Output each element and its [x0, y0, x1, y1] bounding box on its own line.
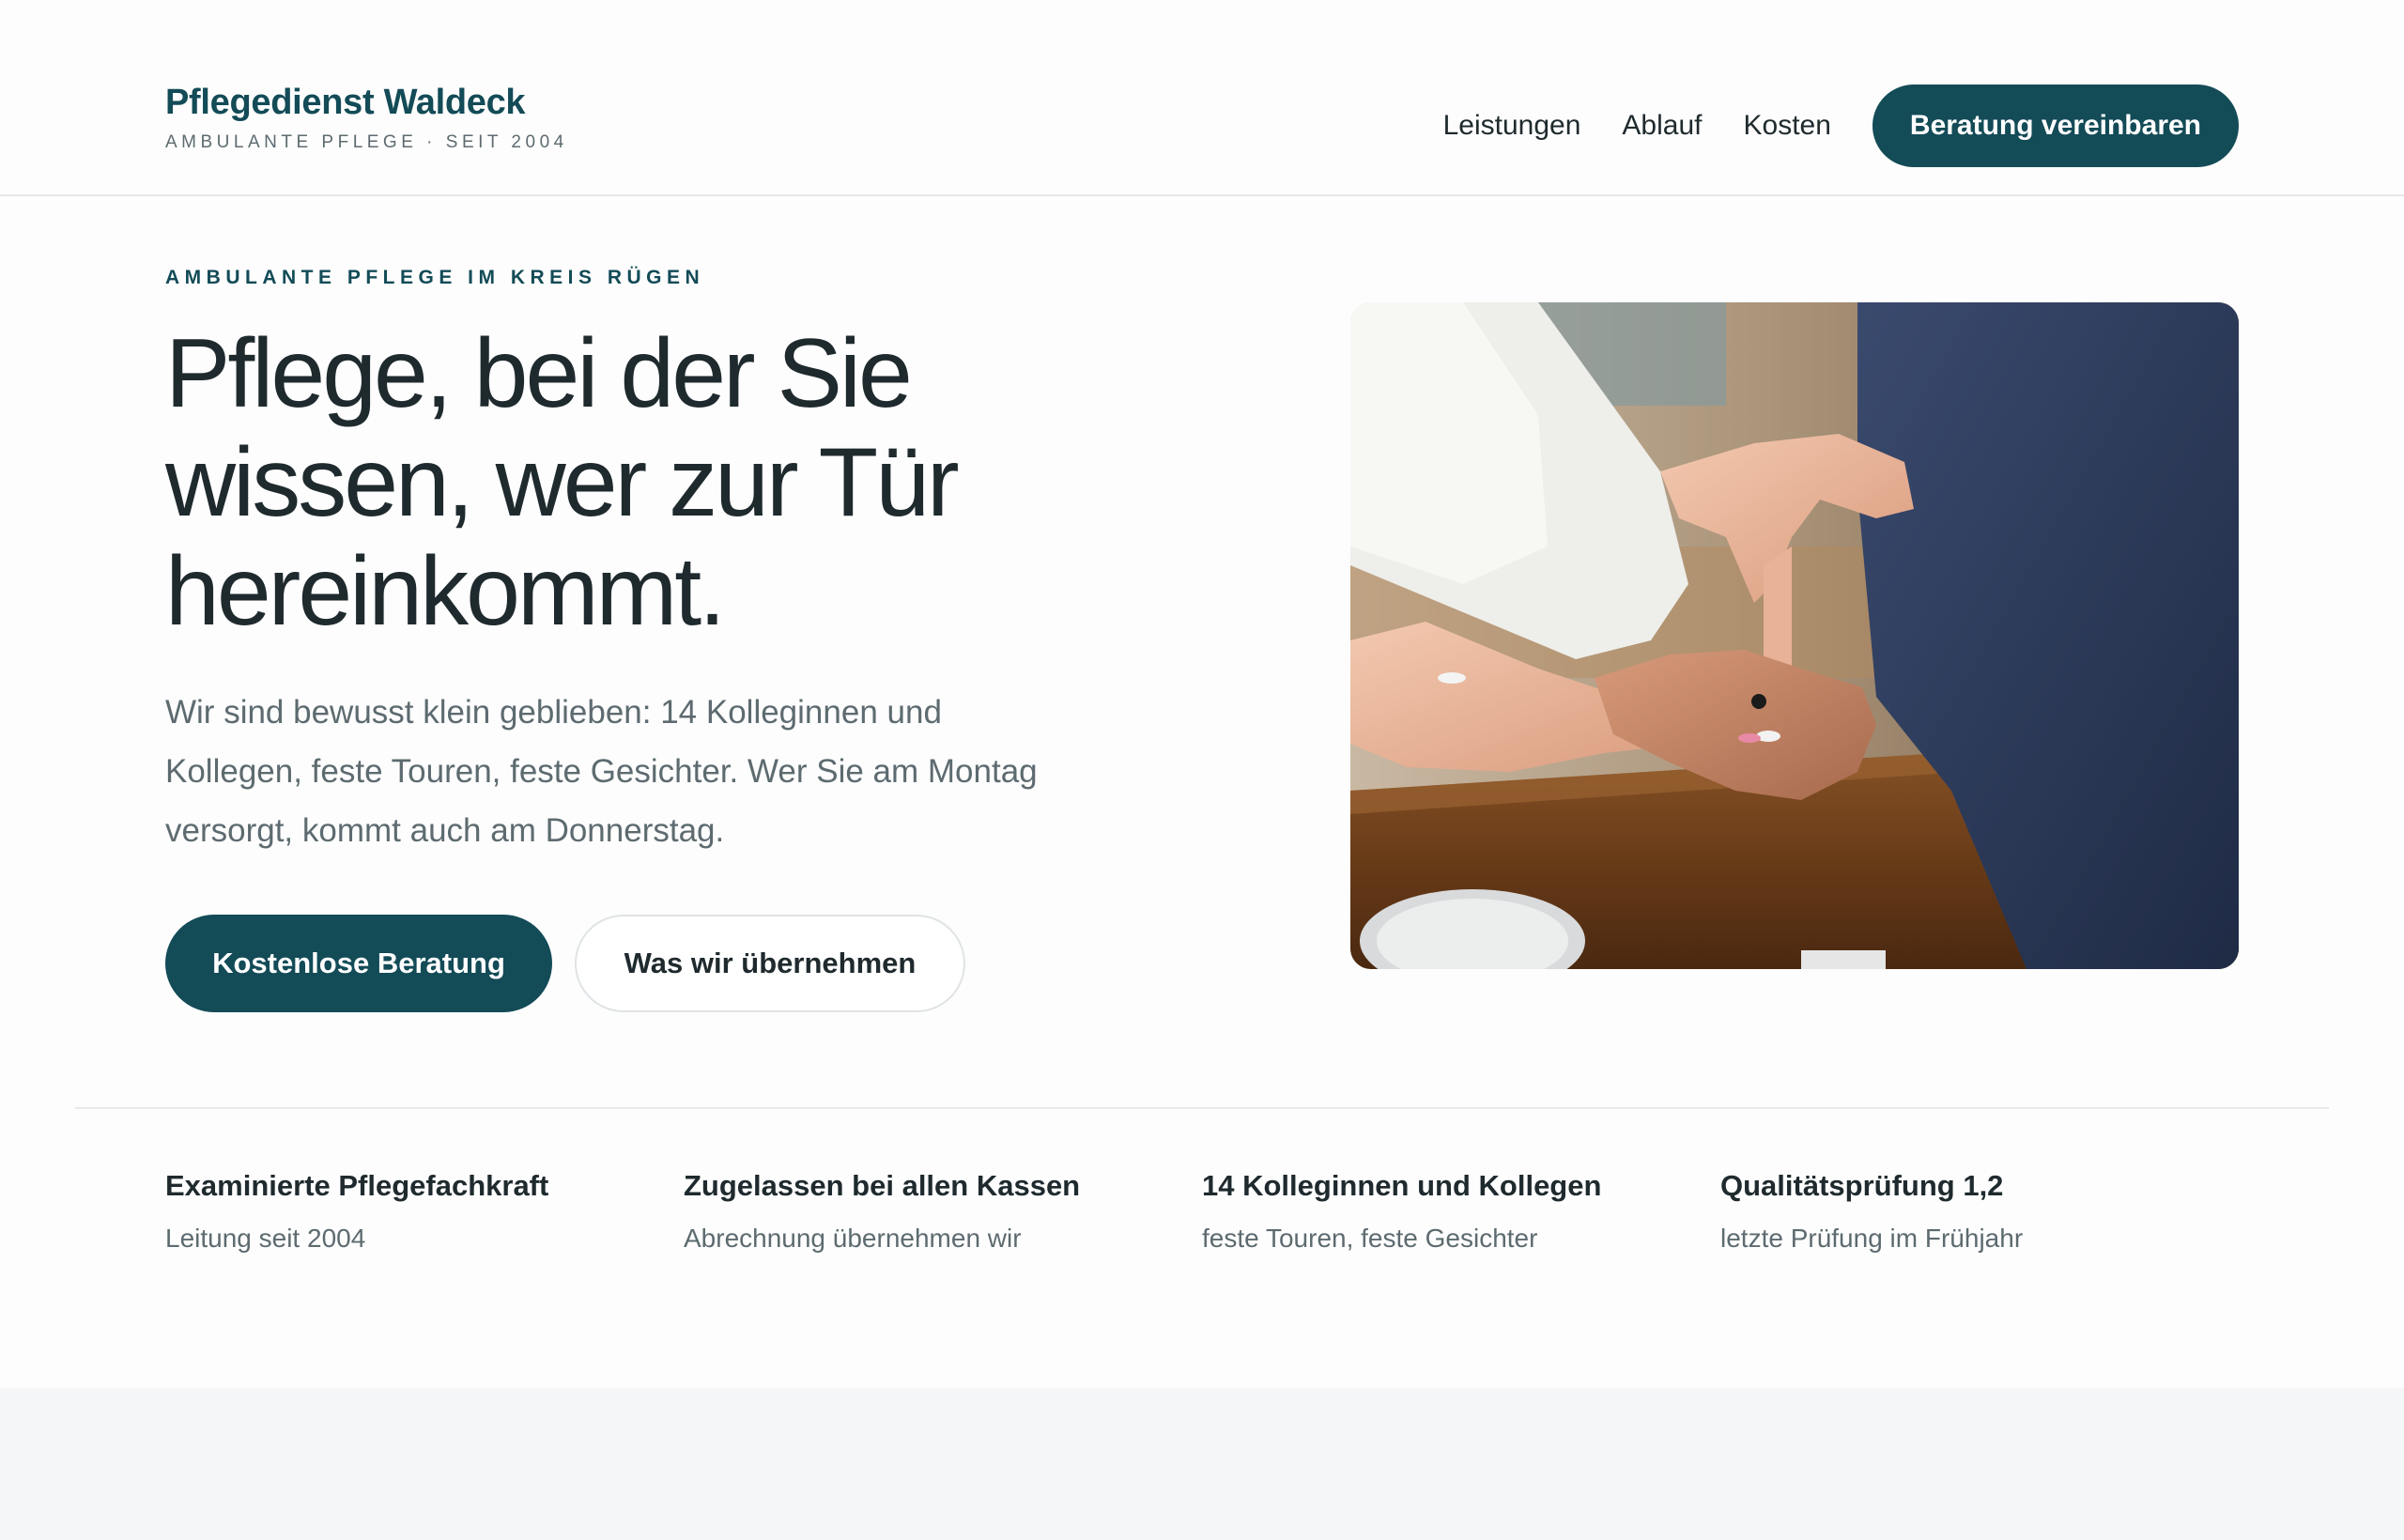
stat-title: Examinierte Pflegefachkraft — [165, 1169, 549, 1202]
hero-title: Pflege, bei der Sie wissen, wer zur Tür … — [165, 319, 1104, 646]
hero-title-line-3: hereinkommt. — [165, 537, 726, 646]
brand[interactable]: Pflegedienst Waldeck AMBULANTE PFLEGE · … — [165, 83, 568, 153]
stat-item: 14 Kolleginnen und Kollegen feste Touren… — [1202, 1169, 1720, 1254]
stat-item: Zugelassen bei allen Kassen Abrechnung ü… — [684, 1169, 1202, 1254]
stat-subtitle: letzte Prüfung im Frühjahr — [1720, 1224, 2024, 1253]
stat-subtitle: Leitung seit 2004 — [165, 1224, 366, 1253]
site-header: Pflegedienst Waldeck AMBULANTE PFLEGE · … — [0, 0, 2404, 196]
main-nav: Leistungen Ablauf Kosten Beratung verein… — [1443, 85, 2239, 167]
stat-title: Zugelassen bei allen Kassen — [684, 1169, 1081, 1202]
hero-title-line-1: Pflege, bei der Sie — [165, 319, 913, 428]
hero-photo — [1350, 302, 2239, 969]
stat-item: Qualitätsprüfung 1,2 letzte Prüfung im F… — [1720, 1169, 2239, 1254]
next-section-band — [0, 1388, 2404, 1540]
free-consultation-button[interactable]: Kostenlose Beratung — [165, 915, 552, 1012]
stat-subtitle: Abrechnung übernehmen wir — [684, 1224, 1022, 1253]
hero-eyebrow: AMBULANTE PFLEGE IM KREIS RÜGEN — [165, 267, 705, 288]
trust-stats: Examinierte Pflegefachkraft Leitung seit… — [165, 1169, 2239, 1254]
hero-title-line-2: wissen, wer zur Tür — [165, 428, 960, 537]
nav-link-kosten[interactable]: Kosten — [1744, 110, 1831, 142]
consultation-button[interactable]: Beratung vereinbaren — [1872, 85, 2239, 167]
stat-title: Qualitätsprüfung 1,2 — [1720, 1169, 2004, 1202]
services-button[interactable]: Was wir übernehmen — [575, 915, 965, 1012]
brand-name[interactable]: Pflegedienst Waldeck — [165, 83, 568, 123]
section-divider — [75, 1107, 2329, 1109]
nav-link-leistungen[interactable]: Leistungen — [1443, 110, 1581, 142]
nav-link-ablauf[interactable]: Ablauf — [1622, 110, 1702, 142]
brand-tagline: AMBULANTE PFLEGE · SEIT 2004 — [165, 132, 568, 152]
hero-description: Wir sind bewusst klein geblieben: 14 Kol… — [165, 694, 1038, 849]
stat-item: Examinierte Pflegefachkraft Leitung seit… — [165, 1169, 684, 1254]
stat-title: 14 Kolleginnen und Kollegen — [1202, 1169, 1602, 1202]
stat-subtitle: feste Touren, feste Gesichter — [1202, 1224, 1538, 1253]
